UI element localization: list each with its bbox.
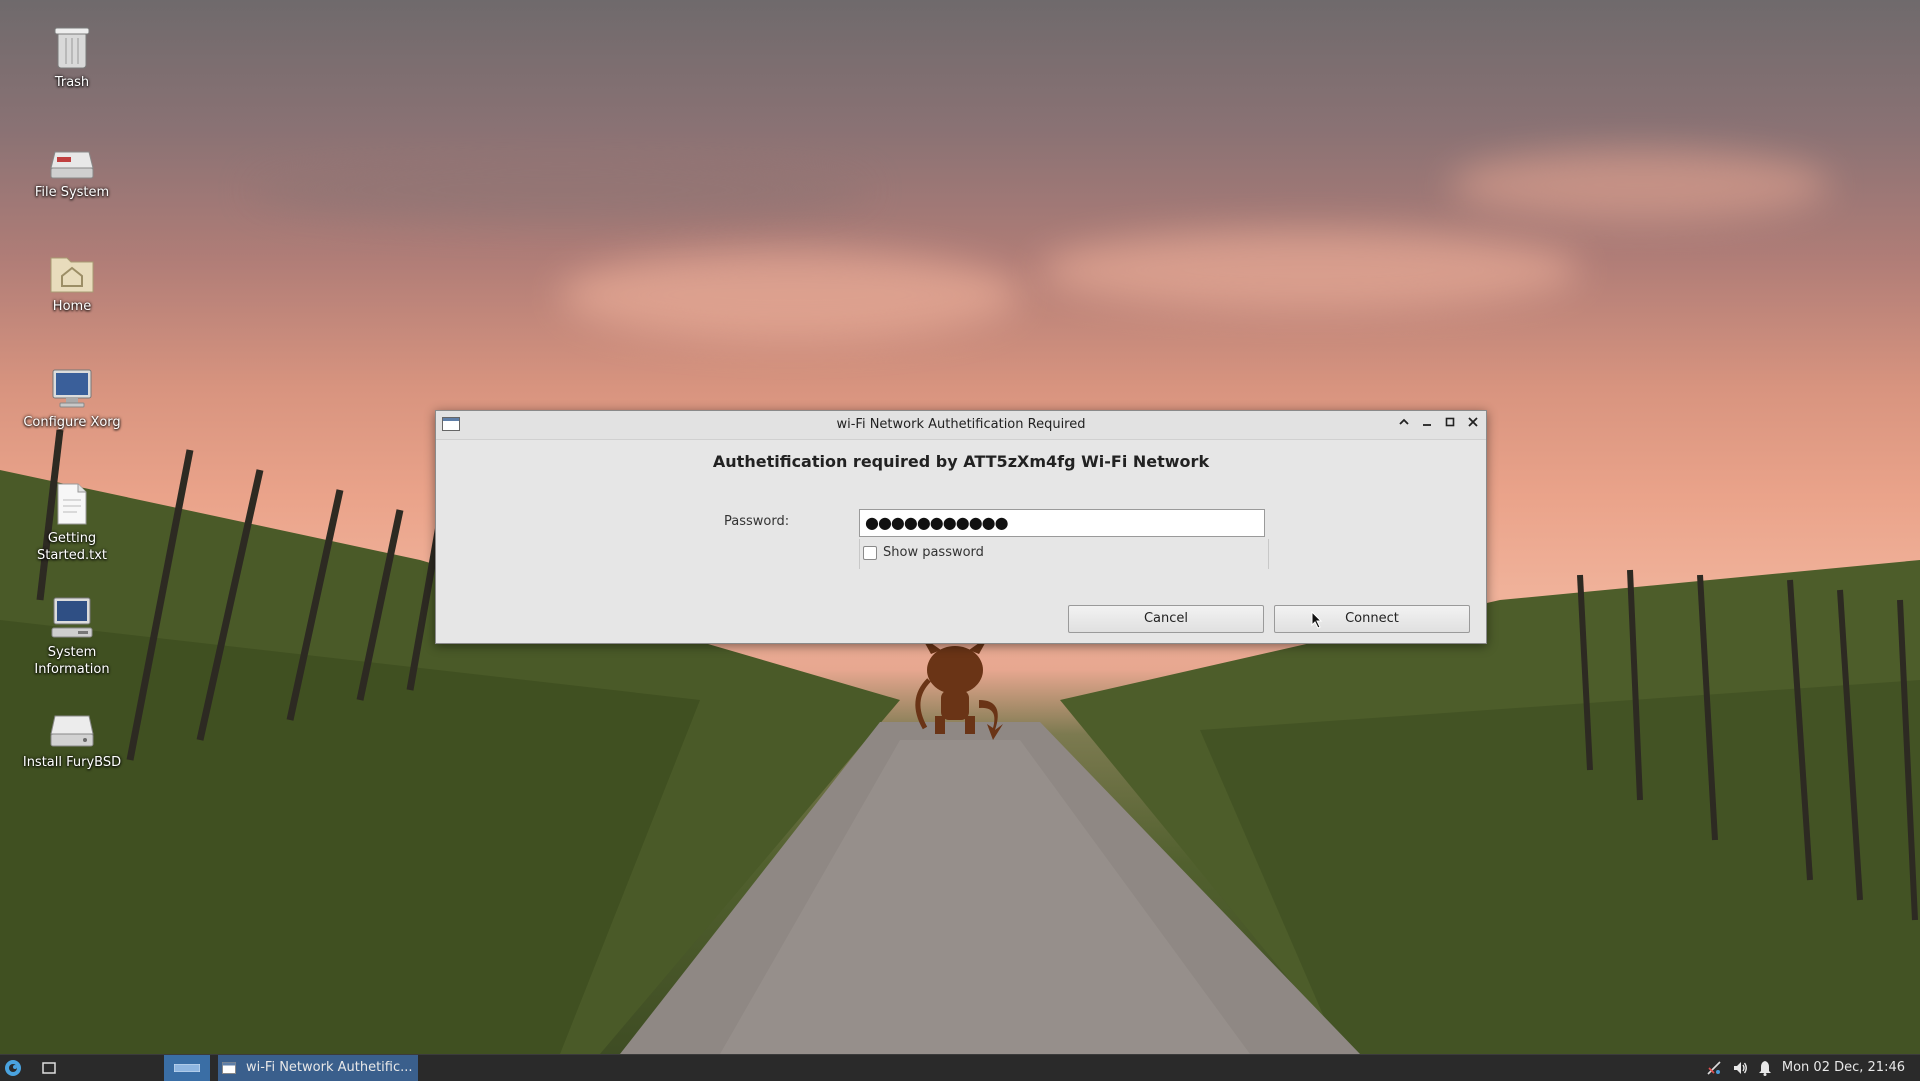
desktop-icon-home[interactable]: Home (20, 252, 124, 315)
disk-drive-icon (50, 715, 94, 747)
home-folder-icon (50, 257, 94, 293)
window-icon (222, 1062, 236, 1074)
desktop-icon-label: Trash (54, 75, 90, 90)
minimize-button[interactable] (1417, 415, 1437, 435)
workspace-icon (174, 1064, 200, 1072)
connect-button[interactable]: Connect (1274, 605, 1470, 633)
desktop-icon-label: File System (34, 185, 110, 200)
taskbar: wi-Fi Network Authetific... Mon 02 Dec, … (0, 1054, 1920, 1081)
password-input[interactable]: ●●●●●●●●●●● (859, 509, 1265, 537)
desktop-icon-system-information[interactable]: System Information (20, 596, 124, 678)
dialog-title: wi-Fi Network Authetification Required (836, 417, 1086, 432)
maximize-button[interactable] (1440, 415, 1460, 435)
desktop-icon-label: System Information (34, 645, 110, 677)
taskbar-window-label: wi-Fi Network Authetific... (246, 1060, 413, 1075)
cancel-button[interactable]: Cancel (1068, 605, 1264, 633)
close-icon (1468, 417, 1478, 427)
desktop-icon-label: Home (52, 299, 92, 314)
notifications-tray-button[interactable] (1758, 1055, 1772, 1081)
desktop-icon-trash[interactable]: Trash (20, 24, 124, 91)
network-disconnected-icon (1707, 1061, 1721, 1075)
volume-icon (1734, 1062, 1747, 1074)
desktop-icon-label: Getting Started.txt (36, 531, 108, 563)
desktop-icon-configure-xorg[interactable]: Configure Xorg (20, 368, 124, 431)
show-desktop-button[interactable] (42, 1055, 56, 1081)
volume-tray-button[interactable] (1732, 1055, 1748, 1081)
show-password-checkbox[interactable] (863, 546, 877, 560)
mouse-cursor-icon (1311, 611, 1323, 629)
dialog-titlebar[interactable]: wi-Fi Network Authetification Required (436, 411, 1486, 440)
monitor-icon (52, 369, 92, 408)
shade-button[interactable] (1394, 415, 1414, 435)
show-desktop-icon (42, 1062, 56, 1074)
furybsd-logo-icon (5, 1060, 21, 1076)
taskbar-window-button[interactable]: wi-Fi Network Authetific... (218, 1055, 418, 1081)
wifi-auth-dialog: wi-Fi Network Authetification Required A… (435, 410, 1487, 644)
close-button[interactable] (1463, 415, 1483, 435)
workspace-switcher[interactable] (164, 1055, 210, 1081)
password-label: Password: (724, 514, 790, 529)
dialog-heading: Authetification required by ATT5zXm4fg W… (712, 452, 1210, 471)
show-password-label[interactable]: Show password (883, 545, 984, 560)
drive-icon (50, 151, 94, 179)
desktop-icon-getting-started[interactable]: Getting Started.txt (20, 482, 124, 564)
maximize-icon (1445, 417, 1455, 427)
desktop-icon-label: Install FuryBSD (22, 755, 122, 770)
computer-icon (51, 597, 93, 638)
start-menu-button[interactable] (4, 1055, 22, 1081)
desktop-icon-file-system[interactable]: File System (20, 148, 124, 201)
desktop-icon-install-furybsd[interactable]: Install FuryBSD (20, 712, 124, 771)
bell-icon (1759, 1061, 1771, 1076)
text-file-icon (57, 483, 87, 525)
trash-icon (54, 27, 90, 69)
chevron-up-icon (1399, 418, 1409, 425)
taskbar-clock[interactable]: Mon 02 Dec, 21:46 (1782, 1055, 1905, 1081)
network-tray-button[interactable] (1706, 1055, 1722, 1081)
desktop-icon-label: Configure Xorg (23, 415, 121, 430)
minimize-icon (1423, 424, 1431, 426)
